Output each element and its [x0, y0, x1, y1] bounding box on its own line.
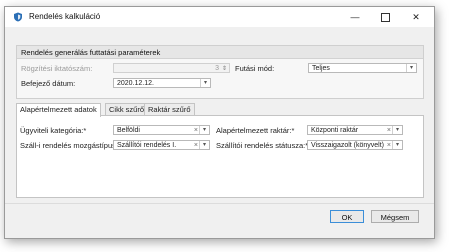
mozgastipus-value: Szállítói rendelés I. — [117, 142, 177, 149]
raktar-select[interactable]: Központi raktár × ▾ — [307, 125, 403, 135]
close-button[interactable]: ✕ — [402, 7, 430, 27]
mozgastipus-label: Száll-i rendelés mozgástípus:* — [20, 141, 121, 150]
chevron-down-icon[interactable]: ▾ — [199, 126, 209, 134]
cancel-button[interactable]: Mégsem — [371, 210, 419, 223]
statusz-label: Szállítói rendelés státusza:* — [216, 141, 309, 150]
spin-arrows-icon: ⇕ — [221, 66, 227, 72]
maximize-icon — [380, 13, 390, 23]
chevron-down-icon[interactable]: ▾ — [392, 141, 402, 149]
minimize-button[interactable]: — — [341, 7, 369, 27]
ugyviteli-value: Belföldi — [117, 127, 140, 134]
ugyviteli-label: Ügyviteli kategória:* — [20, 126, 87, 135]
futasi-select[interactable]: Teljes ▾ — [308, 63, 417, 73]
raktar-label: Alapértelmezett raktár:* — [216, 126, 295, 135]
tab-alapertelmezett[interactable]: Alapértelmezett adatok — [16, 103, 101, 117]
futasi-value: Teljes — [312, 65, 330, 72]
footer-divider — [5, 203, 434, 204]
clear-icon[interactable]: × — [387, 141, 391, 151]
group-title: Rendelés generálás futtatási paraméterek — [21, 48, 161, 57]
rogzitesi-label: Rögzítési iktatószám: — [21, 64, 93, 73]
raktar-value: Központi raktár — [311, 127, 359, 134]
futasi-label: Futási mód: — [235, 64, 275, 73]
rogzitesi-field: 3 ⇕ — [113, 63, 230, 73]
ok-button[interactable]: OK — [330, 210, 364, 223]
befejezo-value: 2020.12.12. — [117, 80, 154, 87]
chevron-down-icon[interactable]: ▾ — [392, 126, 402, 134]
dialog-window: Rendelés kalkuláció — ✕ Rendelés generál… — [4, 6, 435, 239]
group-header: Rendelés generálás futtatási paraméterek — [17, 46, 423, 59]
app-shield-icon — [14, 12, 22, 22]
maximize-button[interactable] — [371, 7, 399, 27]
chevron-down-icon[interactable]: ▾ — [199, 141, 209, 149]
befejezo-date-field[interactable]: 2020.12.12. ▾ — [113, 78, 211, 88]
clear-icon[interactable]: × — [387, 126, 391, 136]
calendar-dropdown-icon[interactable]: ▾ — [200, 79, 210, 87]
befejezo-label: Befejező dátum: — [21, 79, 76, 88]
mozgastipus-select[interactable]: Szállítói rendelés I. × ▾ — [113, 140, 210, 150]
window-title: Rendelés kalkuláció — [29, 12, 101, 21]
chevron-down-icon[interactable]: ▾ — [406, 64, 416, 72]
clear-icon[interactable]: × — [194, 141, 198, 151]
rogzitesi-value: 3 — [215, 65, 219, 72]
tab-panel: Ügyviteli kategória:* Belföldi × ▾ Száll… — [16, 115, 424, 198]
statusz-value: Visszaigazolt (könyvelt) — [311, 142, 385, 149]
clear-icon[interactable]: × — [194, 126, 198, 136]
run-parameters-group: Rendelés generálás futtatási paraméterek… — [16, 45, 424, 99]
ugyviteli-select[interactable]: Belföldi × ▾ — [113, 125, 210, 135]
statusz-select[interactable]: Visszaigazolt (könyvelt) × ▾ — [307, 140, 403, 150]
title-bar: Rendelés kalkuláció — ✕ — [5, 7, 434, 27]
